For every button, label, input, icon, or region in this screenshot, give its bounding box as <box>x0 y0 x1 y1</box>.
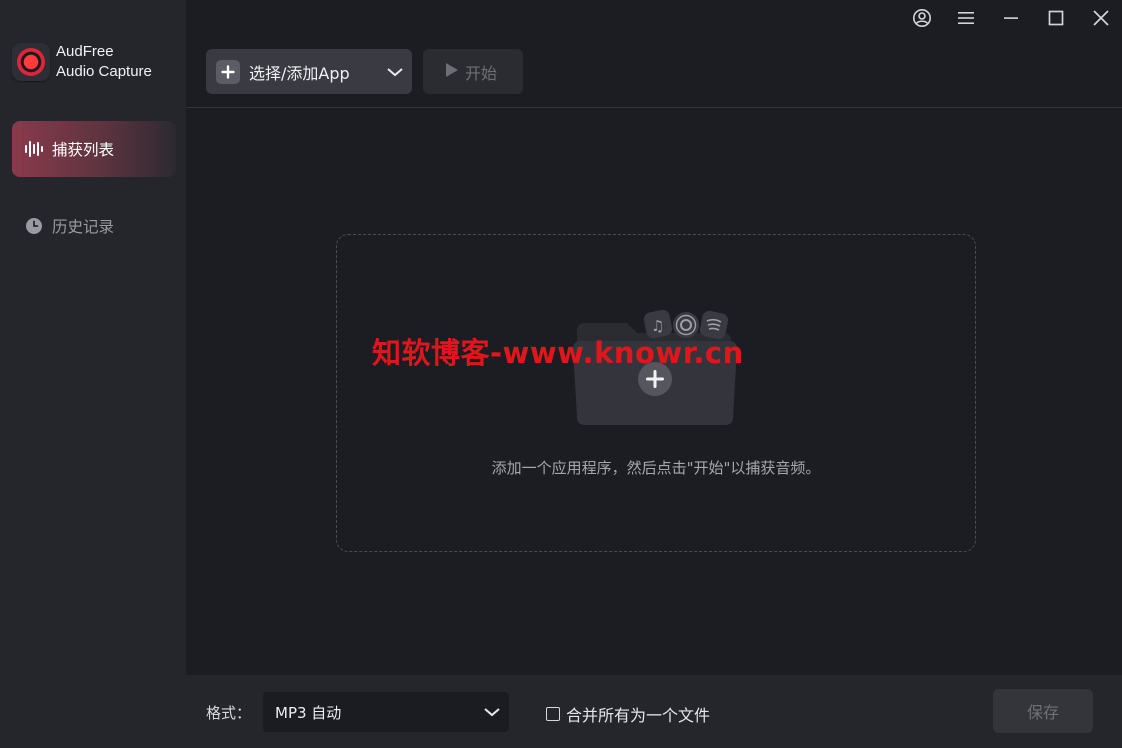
dropzone-hint: 添加一个应用程序，然后点击"开始"以捕获音频。 <box>491 459 821 477</box>
waveform-icon <box>24 139 44 159</box>
add-app-dropzone[interactable]: ♫ 添加一个应用程序，然后点击"开始"以捕获音频。 <box>336 234 976 552</box>
select-add-app-dropdown[interactable]: 选择/添加App <box>206 49 412 94</box>
menu-icon[interactable] <box>954 6 978 30</box>
sidebar: AudFree Audio Capture 捕获列表 历史记录 <box>0 0 186 748</box>
sidebar-item-label: 捕获列表 <box>52 141 115 159</box>
merge-label: 合并所有为一个文件 <box>566 706 711 725</box>
format-select[interactable]: MP3 自动 <box>263 692 509 732</box>
save-button[interactable]: 保存 <box>993 689 1093 733</box>
format-value: MP3 自动 <box>275 703 342 722</box>
plus-icon <box>216 59 240 84</box>
account-icon[interactable] <box>910 6 934 30</box>
clock-icon <box>24 216 44 236</box>
sidebar-item-label: 历史记录 <box>52 218 115 236</box>
start-button-label: 开始 <box>465 63 498 83</box>
brand: AudFree Audio Capture <box>12 42 152 82</box>
brand-line-2: Audio Capture <box>56 63 152 80</box>
chevron-down-icon <box>483 706 501 718</box>
close-icon[interactable] <box>1089 6 1113 30</box>
brand-line-1: AudFree <box>56 43 114 60</box>
start-button[interactable]: 开始 <box>423 49 523 94</box>
select-app-label: 选择/添加App <box>249 63 350 83</box>
sidebar-item-capture-list[interactable]: 捕获列表 <box>12 121 176 177</box>
app-logo-icon <box>12 43 50 81</box>
checkbox-icon <box>546 707 560 721</box>
chevron-down-icon <box>384 66 406 78</box>
watermark-text: 知软博客-www.knowr.cn <box>372 336 744 370</box>
format-label: 格式： <box>206 704 252 722</box>
play-icon <box>445 62 459 82</box>
minimize-icon[interactable] <box>999 6 1023 30</box>
footer-bar: 格式： MP3 自动 合并所有为一个文件 保存 <box>186 675 1122 748</box>
maximize-icon[interactable] <box>1044 6 1068 30</box>
merge-files-checkbox[interactable]: 合并所有为一个文件 <box>546 702 710 726</box>
sidebar-item-history[interactable]: 历史记录 <box>12 198 176 254</box>
brand-name: AudFree Audio Capture <box>56 42 152 82</box>
toolbar-divider <box>186 107 1122 108</box>
